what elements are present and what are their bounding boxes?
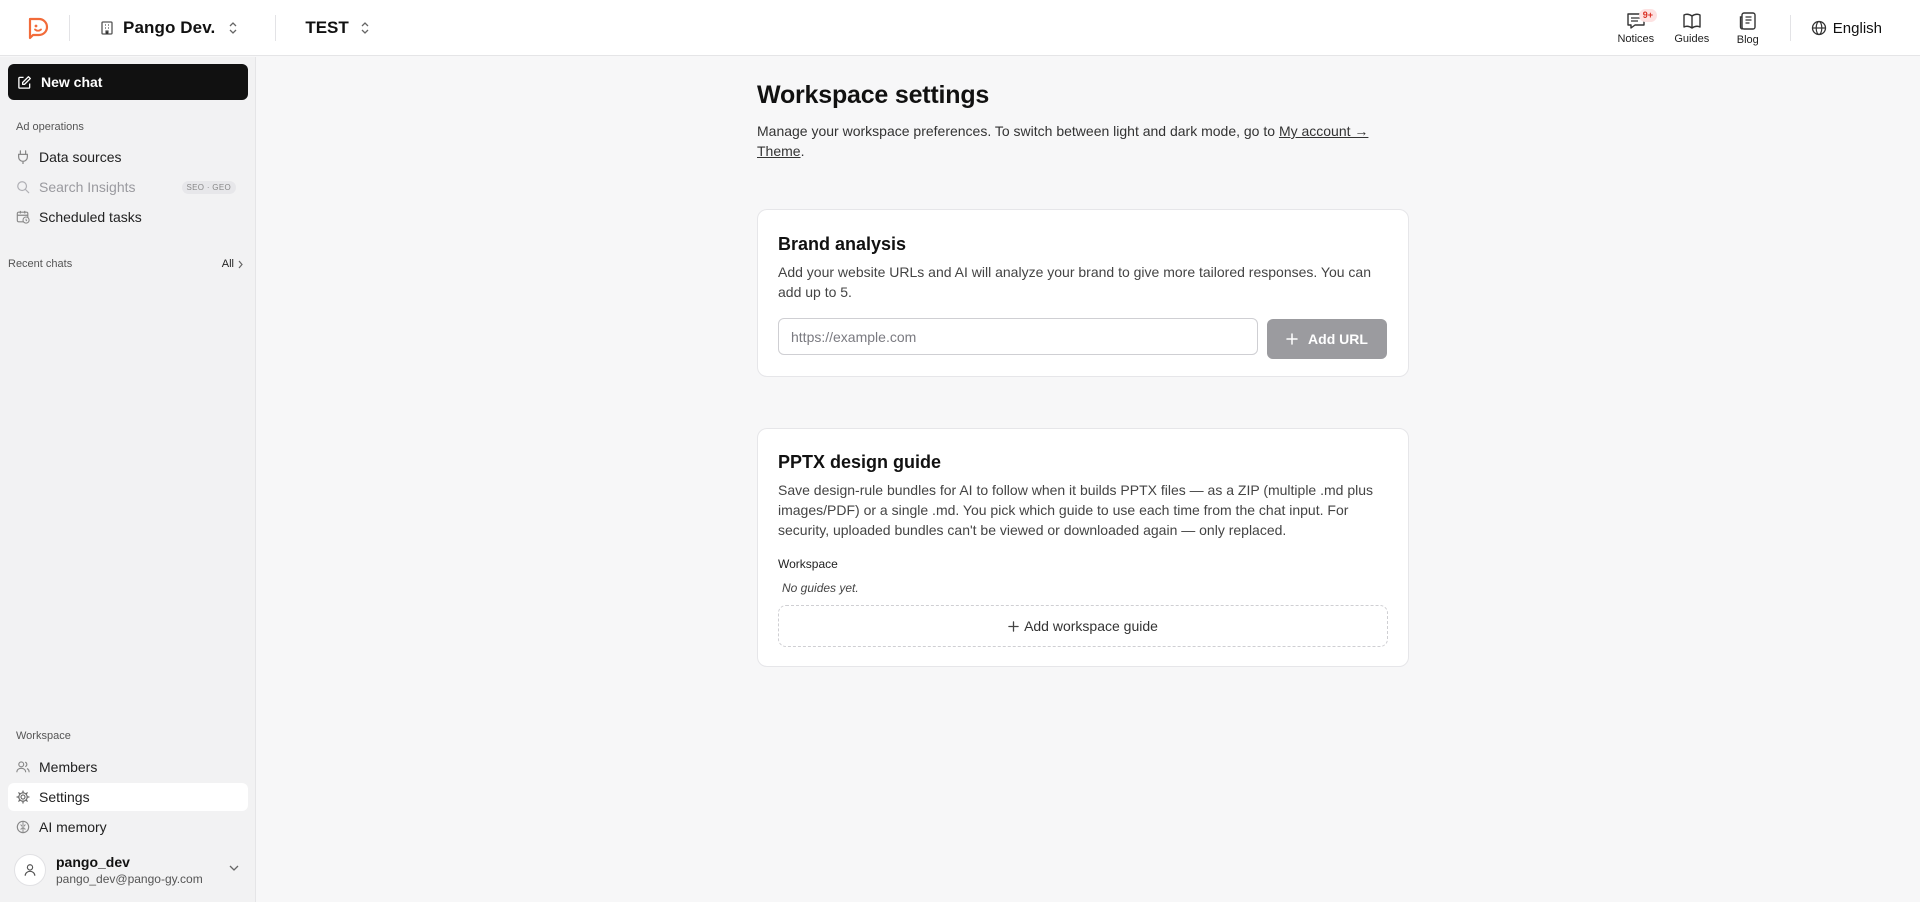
page-description: Manage your workspace preferences. To sw… bbox=[757, 121, 1397, 161]
workspace-guides-label: Workspace bbox=[778, 557, 838, 571]
plus-icon bbox=[1008, 620, 1019, 632]
building-icon bbox=[101, 20, 113, 35]
book-icon bbox=[1683, 13, 1701, 29]
pptx-guide-description: Save design-rule bundles for AI to follo… bbox=[778, 482, 1374, 538]
top-bar: Pango Dev. TEST 9+ Notices Guides Blog E… bbox=[0, 0, 1920, 56]
brand-analysis-title: Brand analysis bbox=[778, 234, 907, 254]
add-workspace-guide-button[interactable]: Add workspace guide bbox=[778, 605, 1388, 647]
workspace-switcher[interactable]: Pango Dev. bbox=[89, 10, 249, 46]
recent-all-label: All bbox=[221, 258, 234, 270]
blog-label: Blog bbox=[1736, 33, 1759, 46]
guides-button[interactable]: Guides bbox=[1664, 4, 1720, 52]
recent-chats-all-link[interactable]: All bbox=[222, 258, 248, 270]
search-icon bbox=[17, 181, 30, 194]
no-guides-text: No guides yet. bbox=[782, 581, 859, 595]
app-logo-icon[interactable] bbox=[26, 16, 50, 40]
user-account-menu[interactable]: pango_dev pango_dev@pango-gy.com bbox=[8, 847, 248, 893]
notices-label: Notices bbox=[1617, 32, 1655, 45]
chevron-right-icon bbox=[238, 260, 243, 268]
ad-operations-label: Ad operations bbox=[16, 121, 84, 133]
avatar bbox=[14, 854, 46, 886]
chevron-down-icon bbox=[229, 865, 239, 871]
user-info: pango_dev pango_dev@pango-gy.com bbox=[56, 854, 203, 886]
sidebar-item-members[interactable]: Members bbox=[8, 753, 248, 781]
chevron-up-down-icon bbox=[229, 21, 237, 34]
recent-chats-label: Recent chats bbox=[8, 258, 73, 270]
notices-badge: 9+ bbox=[1638, 9, 1658, 22]
user-email: pango_dev@pango-gy.com bbox=[56, 872, 203, 886]
chevron-up-down-icon bbox=[361, 21, 369, 34]
calendar-clock-icon bbox=[16, 210, 30, 224]
notices-button[interactable]: 9+ Notices bbox=[1608, 4, 1664, 52]
sidebar-item-scheduled-tasks[interactable]: Scheduled tasks bbox=[8, 203, 248, 231]
plug-icon bbox=[18, 150, 28, 164]
guides-label: Guides bbox=[1674, 32, 1710, 45]
blog-icon bbox=[1739, 11, 1756, 30]
users-icon bbox=[16, 761, 30, 773]
sidebar-item-label: Members bbox=[39, 759, 98, 775]
sidebar-item-label: Data sources bbox=[39, 149, 122, 165]
page-description-text: Manage your workspace preferences. To sw… bbox=[757, 123, 1279, 139]
sidebar-item-label: Settings bbox=[39, 789, 90, 805]
plus-icon bbox=[1286, 333, 1298, 345]
sidebar-item-ai-memory[interactable]: AI memory bbox=[8, 813, 248, 841]
new-chat-label: New chat bbox=[41, 74, 103, 90]
project-name: TEST bbox=[305, 17, 349, 37]
sidebar-item-label: Search Insights bbox=[39, 179, 136, 195]
sidebar-item-data-sources[interactable]: Data sources bbox=[8, 143, 248, 171]
top-nav: 9+ Notices Guides Blog English bbox=[1608, 0, 1920, 56]
new-chat-button[interactable]: New chat bbox=[8, 64, 248, 100]
recent-chats-header: Recent chats All bbox=[8, 258, 248, 270]
sidebar-item-label: AI memory bbox=[39, 819, 107, 835]
sidebar-item-label: Scheduled tasks bbox=[39, 209, 142, 225]
pptx-guide-title: PPTX design guide bbox=[778, 452, 942, 472]
divider bbox=[69, 14, 70, 41]
user-name: pango_dev bbox=[56, 854, 130, 870]
workspace-section-label: Workspace bbox=[16, 730, 71, 742]
workspace-name: Pango Dev. bbox=[123, 17, 216, 37]
brain-icon bbox=[16, 820, 30, 834]
gear-icon bbox=[16, 790, 30, 804]
brand-analysis-description: Add your website URLs and AI will analyz… bbox=[778, 264, 1372, 300]
add-workspace-guide-label: Add workspace guide bbox=[1024, 618, 1158, 634]
sidebar-item-settings[interactable]: Settings bbox=[8, 783, 248, 811]
add-url-button[interactable]: Add URL bbox=[1267, 319, 1387, 359]
globe-icon bbox=[1811, 20, 1826, 36]
website-url-input[interactable] bbox=[778, 318, 1258, 355]
page-description-suffix: . bbox=[800, 143, 805, 159]
language-label: English bbox=[1832, 19, 1882, 37]
add-url-label: Add URL bbox=[1308, 331, 1368, 347]
sidebar-item-search-insights: Search Insights SEO · GEO bbox=[8, 173, 248, 201]
sidebar: New chat Ad operations Data sources Sear… bbox=[0, 57, 256, 902]
pptx-design-guide-card: PPTX design guide Save design-rule bundl… bbox=[757, 428, 1409, 667]
project-switcher[interactable]: TEST bbox=[295, 10, 380, 46]
divider bbox=[1789, 15, 1791, 41]
page-title: Workspace settings bbox=[757, 81, 990, 109]
seo-geo-tag: SEO · GEO bbox=[181, 180, 236, 194]
language-selector[interactable]: English bbox=[1799, 10, 1894, 46]
user-icon bbox=[24, 864, 36, 876]
edit-icon bbox=[18, 75, 31, 89]
brand-analysis-card: Brand analysis Add your website URLs and… bbox=[757, 209, 1409, 377]
divider bbox=[275, 14, 277, 41]
blog-button[interactable]: Blog bbox=[1720, 4, 1776, 52]
